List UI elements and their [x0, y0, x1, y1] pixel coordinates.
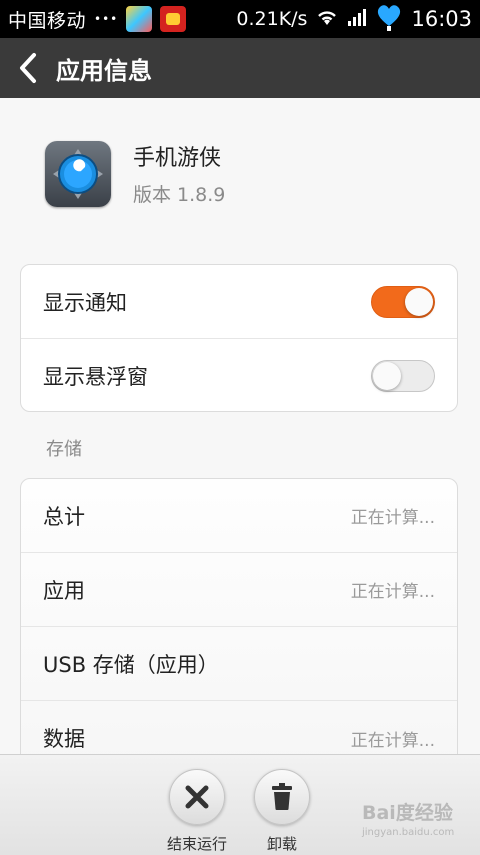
switch-knob: [373, 362, 401, 390]
row-label: 显示通知: [43, 290, 127, 315]
switch-knob: [405, 287, 433, 316]
trash-icon: [272, 783, 292, 810]
close-icon: [185, 785, 209, 809]
show-floating-window-switch[interactable]: [371, 360, 435, 392]
app-name: 手机游侠: [133, 146, 222, 171]
network-speed: 0.21K/s: [236, 8, 308, 30]
row-value: 正在计算...: [350, 508, 435, 528]
app-header: 手机游侠 版本 1.8.9: [45, 140, 225, 207]
wrench-icon: [53, 148, 103, 199]
app-version: 版本 1.8.9: [133, 184, 226, 206]
action-circle: [254, 769, 310, 825]
signal-icon: [347, 8, 367, 31]
row-value: 正在计算...: [350, 582, 435, 602]
row-label: 总计: [43, 504, 85, 529]
row-label: 应用: [43, 578, 85, 603]
storage-row-app: 应用 正在计算...: [21, 553, 457, 627]
storage-section-label: 存储: [46, 439, 82, 460]
row-value: 正在计算...: [350, 730, 435, 751]
storage-card: 总计 正在计算... 应用 正在计算... USB 存储（应用） 数据 正在计算…: [20, 478, 458, 778]
carrier-name: 中国移动: [8, 9, 87, 32]
storage-row-usb: USB 存储（应用）: [21, 627, 457, 701]
watermark-url: jingyan.baidu.com: [362, 827, 455, 838]
back-button[interactable]: [0, 38, 56, 98]
overflow-dots: •••: [94, 12, 119, 26]
row-label: USB 存储（应用）: [43, 652, 219, 677]
title-bar: 应用信息: [0, 38, 480, 98]
watermark-brand: Bai度经验: [362, 802, 453, 824]
battery-heart-icon: [375, 2, 403, 37]
notification-app-icon-2: [160, 6, 187, 32]
storage-row-total: 总计 正在计算...: [21, 479, 457, 553]
notification-app-icon: [126, 6, 153, 32]
watermark: Bai度经验 jingyan.baidu.com: [362, 798, 454, 838]
action-label: 结束运行: [166, 835, 227, 853]
wifi-icon: [315, 7, 339, 32]
show-floating-window-row[interactable]: 显示悬浮窗: [21, 339, 457, 411]
action-circle: [169, 769, 225, 825]
page-title: 应用信息: [56, 56, 152, 85]
force-stop-button[interactable]: 结束运行: [157, 769, 237, 854]
app-icon: [45, 140, 111, 207]
clock: 16:03: [411, 7, 472, 31]
show-notifications-row[interactable]: 显示通知: [21, 265, 457, 339]
status-bar: 中国移动 ••• 0.21K/s 16:03: [0, 0, 480, 38]
action-label: 卸载: [266, 835, 297, 853]
permissions-card: 显示通知 显示悬浮窗: [20, 264, 458, 412]
show-notifications-switch[interactable]: [371, 285, 435, 318]
row-label: 数据: [43, 727, 85, 751]
uninstall-button[interactable]: 卸载: [242, 769, 322, 854]
row-label: 显示悬浮窗: [43, 365, 148, 389]
back-arrow-icon: [20, 53, 36, 83]
